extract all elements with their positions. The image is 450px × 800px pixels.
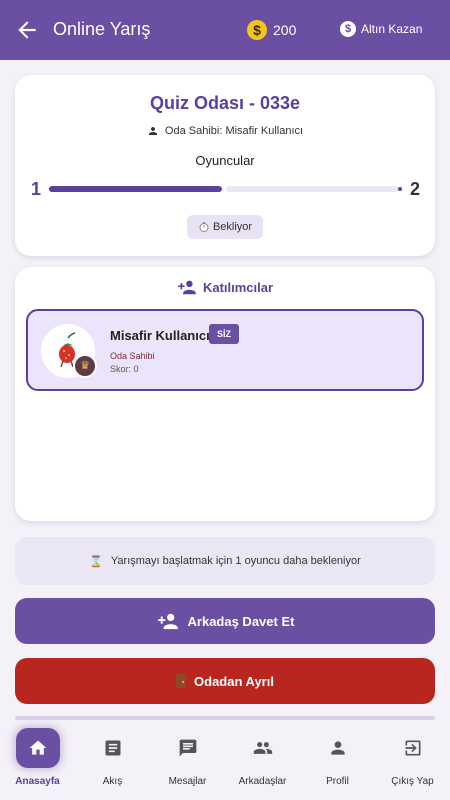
progress-end-dot xyxy=(398,187,402,191)
waiting-text: Yarışmayı başlatmak için 1 oyuncu daha b… xyxy=(110,555,361,567)
player-progress-bar xyxy=(49,186,402,192)
nav-item-feed[interactable]: Akış xyxy=(75,720,150,800)
nav-item-messages[interactable]: Mesajlar xyxy=(150,720,225,800)
participant-role: Oda Sahibi xyxy=(110,351,155,361)
participants-card: Katılımcılar ♛ Misafir Kullanıcı SİZ Oda… xyxy=(15,267,435,521)
status-badge: Bekliyor xyxy=(187,215,263,239)
add-person-icon xyxy=(157,613,178,630)
nav-label: Akış xyxy=(102,776,123,787)
leave-label: Odadan Ayrıl xyxy=(194,673,274,689)
nav-item-logout[interactable]: Çıkış Yap xyxy=(375,720,450,800)
app-bar: Online Yarış $ 200 $ Altın Kazan xyxy=(0,0,450,60)
participant-name: Misafir Kullanıcı xyxy=(110,328,210,343)
coin-balance: 200 xyxy=(273,22,297,38)
profile-icon xyxy=(316,728,360,768)
coin-icon: $ xyxy=(247,20,267,40)
back-arrow-icon[interactable] xyxy=(14,17,40,43)
home-icon xyxy=(15,728,60,768)
dollar-icon: $ xyxy=(340,21,356,37)
invite-friend-button[interactable]: Arkadaş Davet Et xyxy=(15,598,435,644)
messages-icon xyxy=(166,728,210,768)
earn-gold-button[interactable]: $ Altın Kazan xyxy=(340,21,422,37)
participants-heading: Katılımcılar xyxy=(202,279,274,295)
room-title: Quiz Odası - 033e xyxy=(149,93,301,113)
hourglass-icon: ⌛ xyxy=(89,555,103,568)
participant-item[interactable]: ♛ Misafir Kullanıcı SİZ Oda Sahibi Skor:… xyxy=(26,309,424,391)
nav-label: Arkadaşlar xyxy=(238,776,287,787)
bottom-nav: Anasayfa Akış Mesajlar Arkadaşlar Profil… xyxy=(0,720,450,800)
earn-gold-label: Altın Kazan xyxy=(361,22,423,36)
waiting-message: ⌛ Yarışmayı başlatmak için 1 oyuncu daha… xyxy=(15,537,435,585)
nav-item-friends[interactable]: Arkadaşlar xyxy=(225,720,300,800)
participants-header: Katılımcılar xyxy=(15,279,435,295)
player-progress-remaining xyxy=(226,186,399,192)
door-icon xyxy=(176,674,187,688)
you-badge: SİZ xyxy=(209,324,239,344)
nav-label: Profil xyxy=(326,776,349,787)
feed-icon xyxy=(91,728,135,768)
max-player-count: 2 xyxy=(409,179,420,199)
logout-icon xyxy=(391,728,435,768)
friends-icon xyxy=(241,728,285,768)
status-label: Bekliyor xyxy=(212,221,253,233)
nav-label: Anasayfa xyxy=(15,776,60,787)
nav-item-profile[interactable]: Profil xyxy=(300,720,375,800)
room-owner: Oda Sahibi: Misafir Kullanıcı xyxy=(15,125,435,137)
participant-score: Skor: 0 xyxy=(110,364,139,374)
players-label: Oyuncular xyxy=(195,153,255,168)
nav-item-home[interactable]: Anasayfa xyxy=(0,720,75,800)
room-owner-text: Oda Sahibi: Misafir Kullanıcı xyxy=(164,125,304,137)
crown-icon: ♛ xyxy=(73,354,97,378)
nav-label: Mesajlar xyxy=(168,776,207,787)
page-title: Online Yarış xyxy=(53,19,151,39)
current-player-count: 1 xyxy=(31,179,42,199)
nav-label: Çıkış Yap xyxy=(391,776,434,787)
player-progress-fill xyxy=(49,186,222,192)
stopwatch-icon xyxy=(199,222,209,232)
leave-room-button[interactable]: Odadan Ayrıl xyxy=(15,658,435,704)
person-icon xyxy=(148,127,157,135)
room-card: Quiz Odası - 033e Oda Sahibi: Misafir Ku… xyxy=(15,75,435,256)
invite-label: Arkadaş Davet Et xyxy=(187,613,295,629)
add-person-icon xyxy=(178,280,196,295)
